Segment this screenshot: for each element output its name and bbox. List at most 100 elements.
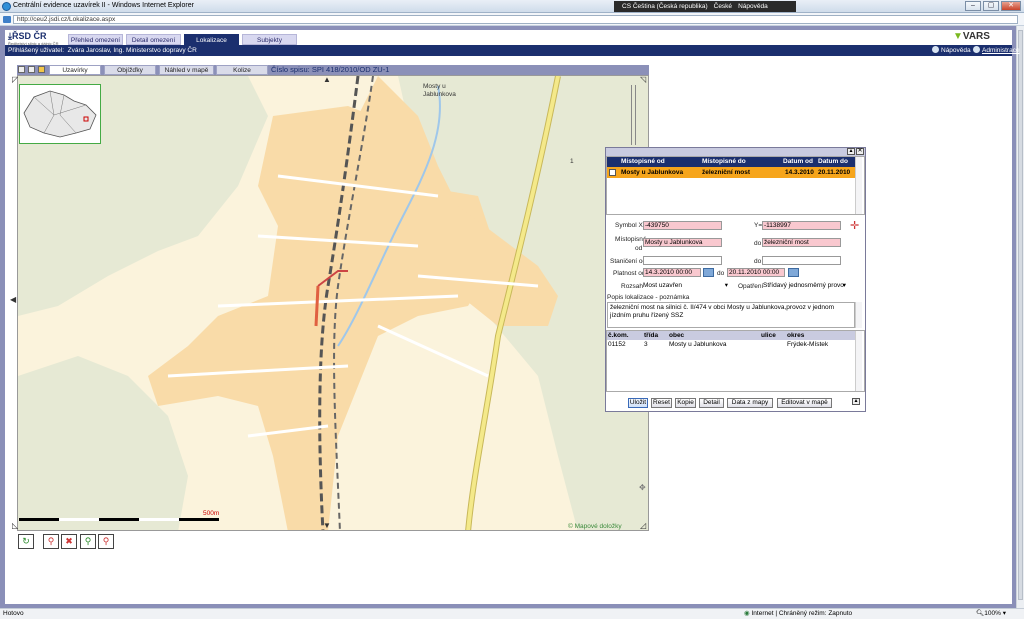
pan-southwest-icon[interactable]: ◺: [12, 522, 18, 530]
admin-link[interactable]: Administrace: [973, 45, 1020, 56]
staniceni-od-input[interactable]: [643, 256, 722, 265]
refresh-icon[interactable]: ↻: [18, 534, 34, 549]
opatreni-select[interactable]: Střídavý jednosměrný provo ▾: [763, 281, 847, 290]
ie-icon: [2, 2, 11, 11]
mistopisne-od-input[interactable]: Mosty u Jablunkova: [643, 238, 722, 247]
tab-prehled-omezeni[interactable]: Přehled omezení: [68, 34, 123, 45]
detail-button[interactable]: Detail: [699, 398, 724, 408]
tab-nahled-v-mape[interactable]: Náhled v mapě: [159, 65, 214, 75]
location-list-scrollbar[interactable]: [855, 157, 862, 214]
table-row[interactable]: Mosty u Jablunkova železniční most 14.3.…: [607, 167, 855, 178]
zoom-slider[interactable]: [631, 85, 636, 145]
overview-map[interactable]: [19, 84, 101, 144]
zoom-level[interactable]: 🔍︎100% ▾: [976, 609, 1006, 619]
pan-south-icon[interactable]: ▼: [323, 522, 331, 530]
platnost-label: Platnost od: [613, 270, 646, 277]
language-bar[interactable]: CS Čeština (Česká republika) České Nápov…: [614, 1, 796, 12]
note-scrollbar[interactable]: [855, 302, 862, 328]
mistopisne-do-label: do: [754, 240, 762, 247]
delete-marker-icon[interactable]: ✖: [61, 534, 77, 549]
panel-collapse-icon[interactable]: ▴: [847, 148, 855, 155]
user-info: Přihlášený uživatel: Zvára Jaroslav, Ing…: [8, 47, 197, 54]
platnost-do-input[interactable]: 20.11.2010 00:00: [727, 268, 785, 277]
map-view[interactable]: Mosty u Jablunkova 1: [17, 75, 649, 531]
crosshair-icon[interactable]: ✛: [850, 219, 859, 232]
scrollbar-thumb[interactable]: [1018, 30, 1023, 600]
pan-northeast-icon[interactable]: ◹: [640, 76, 646, 84]
keyboard-label[interactable]: České: [714, 3, 732, 10]
move-icon[interactable]: ✥: [639, 484, 646, 492]
staniceni-do-label: do: [754, 258, 762, 265]
panel-titlebar[interactable]: [606, 148, 865, 156]
mistopisne-od-label: od: [635, 245, 643, 252]
language-help[interactable]: Nápověda: [738, 3, 768, 10]
help-icon: [932, 46, 939, 53]
calendar-do-icon[interactable]: [788, 268, 799, 277]
map-place-label-2: Jablunkova: [423, 91, 456, 98]
municipality-list-header: č.kom. třída obec ulice okres: [607, 331, 855, 340]
tab-lokalizace[interactable]: Lokalizace: [184, 34, 239, 45]
note-textarea[interactable]: železniční most na silnici č. II/474 v o…: [607, 302, 855, 328]
window-titlebar: Centrální evidence uzavírek II - Windows…: [0, 0, 1024, 13]
y-label: Y=: [754, 222, 763, 229]
scale-label: 500m: [203, 510, 220, 517]
staniceni-do-input[interactable]: [762, 256, 841, 265]
zone-info[interactable]: ◉ Internet | Chráněný režim: Zapnuto: [744, 609, 852, 619]
location-list-header: Místopisné od Místopisné do Datum od Dat…: [607, 157, 855, 167]
page-scrollbar[interactable]: [1016, 26, 1024, 608]
globe-icon: ◉: [744, 610, 750, 617]
calendar-od-icon[interactable]: [703, 268, 714, 277]
window-title: Centrální evidence uzavírek II - Windows…: [13, 2, 194, 9]
folder-icon[interactable]: [38, 66, 45, 73]
chevron-down-icon: ▾: [724, 282, 728, 289]
favicon-icon: [3, 16, 11, 23]
reset-button[interactable]: Reset: [651, 398, 672, 408]
url-input[interactable]: http://ceu2.jsdi.cz/Lokalizace.aspx: [13, 15, 1018, 24]
print-icon[interactable]: [18, 66, 25, 73]
tab-subjekty[interactable]: Subjekty: [242, 34, 297, 45]
edit-in-map-button[interactable]: Editovat v mapě: [777, 398, 832, 408]
table-row[interactable]: 01152 3 Mosty u Jablunkova Frýdek-Místek: [607, 340, 855, 349]
tab-detail-omezeni[interactable]: Detail omezení: [126, 34, 181, 45]
chevron-down-icon: ▾: [842, 282, 846, 289]
tab-objizdky[interactable]: Objížďky: [104, 65, 156, 75]
tab-uzavirky[interactable]: Uzavírky: [49, 65, 101, 75]
mistopisne-do-input[interactable]: železniční most: [762, 238, 841, 247]
map-place-label: Mosty u: [423, 83, 446, 90]
staniceni-label: Staničení od: [610, 258, 647, 265]
red-marker-icon[interactable]: ⚲: [98, 534, 114, 549]
rsd-logo: ⤓ŘSD ČR Ředitelství silnic a dálnic ČR: [8, 31, 59, 46]
y-input[interactable]: -1138997: [762, 221, 841, 230]
panel-close-icon[interactable]: ✕: [856, 148, 864, 155]
save-button[interactable]: Uložit: [628, 398, 648, 408]
gear-icon: [973, 46, 980, 53]
close-window-button[interactable]: ✕: [1001, 1, 1021, 11]
maximize-button[interactable]: ▢: [983, 1, 999, 11]
symbol-x-input[interactable]: -439750: [643, 221, 722, 230]
pan-southeast-icon[interactable]: ◿: [640, 522, 646, 530]
pan-northwest-icon[interactable]: ◸: [12, 76, 18, 84]
data-from-map-button[interactable]: Data z mapy: [727, 398, 773, 408]
opatreni-label: Opatření: [738, 283, 764, 290]
municipality-list-scrollbar[interactable]: [855, 331, 862, 391]
map-credit[interactable]: © Mapové doložky: [568, 523, 622, 530]
mistopisne-label: Místopisné: [615, 236, 647, 243]
add-marker-icon[interactable]: ⚲: [43, 534, 59, 549]
symbol-x-label: Symbol X=: [615, 222, 647, 229]
minimize-button[interactable]: –: [965, 1, 981, 11]
pan-west-icon[interactable]: ◀: [10, 296, 16, 304]
user-bar: Přihlášený uživatel: Zvára Jaroslav, Ing…: [5, 45, 1020, 56]
rozsah-select[interactable]: Most uzavřen ▾: [643, 281, 729, 290]
panel-up-icon[interactable]: ▴: [852, 398, 860, 405]
language-label[interactable]: CS Čeština (Česká republika): [622, 3, 708, 10]
row-doc-icon: [609, 169, 616, 176]
copy-button[interactable]: Kopie: [675, 398, 696, 408]
tab-kolize[interactable]: Kolize: [216, 65, 268, 75]
platnost-od-input[interactable]: 14.3.2010 00:00: [643, 268, 701, 277]
pan-north-icon[interactable]: ▲: [323, 76, 331, 84]
green-marker-icon[interactable]: ⚲: [80, 534, 96, 549]
scale-bar: [19, 518, 219, 524]
status-text: Hotovo: [3, 610, 24, 617]
window-icon[interactable]: [28, 66, 35, 73]
help-link[interactable]: Nápověda: [932, 45, 971, 56]
